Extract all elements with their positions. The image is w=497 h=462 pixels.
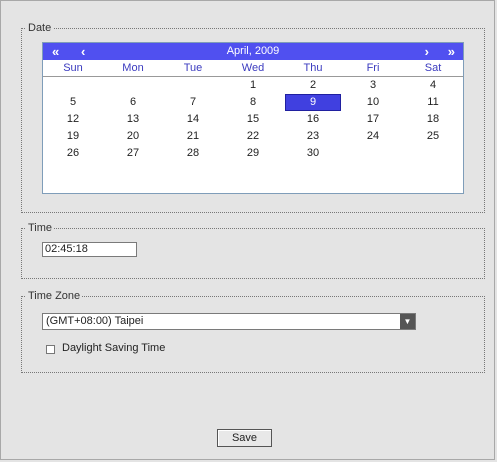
calendar-day-number: 13 (126, 113, 140, 125)
calendar-day[interactable]: 19 (43, 128, 103, 145)
calendar-day[interactable]: 22 (223, 128, 283, 145)
calendar-day[interactable]: 29 (223, 145, 283, 162)
calendar-day-number: 20 (126, 130, 140, 142)
calendar-day[interactable]: 21 (163, 128, 223, 145)
save-button[interactable]: Save (217, 429, 272, 447)
calendar-header: « ‹ April, 2009 › » (43, 43, 463, 60)
calendar-empty-cell (163, 77, 223, 95)
calendar-day-number: 30 (306, 147, 320, 159)
time-group-legend: Time (28, 222, 53, 234)
calendar-day[interactable]: 11 (403, 94, 463, 111)
daylight-saving-label[interactable]: Daylight Saving Time (62, 342, 165, 354)
calendar-day-number: 2 (309, 79, 317, 91)
calendar-day-number: 28 (186, 147, 200, 159)
calendar-empty-cell (403, 145, 463, 162)
calendar-day-number: 8 (249, 96, 257, 108)
calendar-day-number: 6 (129, 96, 137, 108)
calendar-grid: Sun Mon Tue Wed Thu Fri Sat 1 2 3 4 5 6 7 8 9 10 1… (43, 60, 463, 162)
calendar-day[interactable]: 16 (283, 111, 343, 128)
calendar-day-number: 15 (246, 113, 260, 125)
calendar-day[interactable]: 1 (223, 77, 283, 95)
next-month-button[interactable]: › (425, 43, 429, 60)
calendar-day-number: 25 (426, 130, 440, 142)
calendar-day-number: 3 (369, 79, 377, 91)
calendar-day[interactable]: 6 (103, 94, 163, 111)
calendar-day-number: 5 (69, 96, 77, 108)
weekday-wed: Wed (223, 60, 283, 77)
timezone-group-legend: Time Zone (28, 290, 81, 302)
calendar-empty-cell (343, 145, 403, 162)
calendar-week-row: 1 2 3 4 (43, 77, 463, 95)
calendar-day[interactable]: 25 (403, 128, 463, 145)
calendar: « ‹ April, 2009 › » Sun Mon Tue Wed Thu … (42, 42, 464, 194)
chevron-down-icon[interactable]: ▼ (400, 314, 415, 329)
calendar-day-number: 27 (126, 147, 140, 159)
weekday-tue: Tue (163, 60, 223, 77)
calendar-day-number: 26 (66, 147, 80, 159)
calendar-week-row: 12 13 14 15 16 17 18 (43, 111, 463, 128)
calendar-day[interactable]: 7 (163, 94, 223, 111)
calendar-day[interactable]: 24 (343, 128, 403, 145)
calendar-day[interactable]: 27 (103, 145, 163, 162)
calendar-day[interactable]: 30 (283, 145, 343, 162)
calendar-day[interactable]: 4 (403, 77, 463, 95)
calendar-day-number: 16 (306, 113, 320, 125)
calendar-day-number: 29 (246, 147, 260, 159)
calendar-day-number: 4 (429, 79, 437, 91)
timezone-select[interactable]: (GMT+08:00) Taipei ▼ (42, 313, 416, 330)
date-group-legend: Date (28, 22, 52, 34)
calendar-day[interactable]: 10 (343, 94, 403, 111)
calendar-day[interactable]: 18 (403, 111, 463, 128)
calendar-day-number: 12 (66, 113, 80, 125)
calendar-day-number: 18 (426, 113, 440, 125)
weekday-sat: Sat (403, 60, 463, 77)
calendar-day[interactable]: 26 (43, 145, 103, 162)
calendar-day-number: 19 (66, 130, 80, 142)
calendar-day-number: 11 (427, 96, 439, 108)
calendar-day-number: 23 (306, 130, 320, 142)
calendar-day-number: 9 (285, 94, 341, 111)
calendar-week-row: 26 27 28 29 30 (43, 145, 463, 162)
weekday-sun: Sun (43, 60, 103, 77)
calendar-day[interactable]: 23 (283, 128, 343, 145)
calendar-day-number: 7 (189, 96, 197, 108)
calendar-day-number: 22 (246, 130, 260, 142)
calendar-week-row: 5 6 7 8 9 10 11 (43, 94, 463, 111)
calendar-day[interactable]: 2 (283, 77, 343, 95)
calendar-day-number: 1 (249, 79, 257, 91)
calendar-day-number: 17 (366, 113, 380, 125)
timezone-group: Time Zone (21, 290, 485, 373)
calendar-empty-cell (43, 77, 103, 95)
calendar-day[interactable]: 15 (223, 111, 283, 128)
calendar-day[interactable]: 5 (43, 94, 103, 111)
weekday-mon: Mon (103, 60, 163, 77)
calendar-empty-cell (103, 77, 163, 95)
calendar-day[interactable]: 20 (103, 128, 163, 145)
calendar-day-number: 24 (366, 130, 380, 142)
calendar-day-number: 14 (186, 113, 200, 125)
daylight-saving-checkbox[interactable] (46, 345, 55, 354)
calendar-day[interactable]: 9 (283, 94, 343, 111)
calendar-day[interactable]: 8 (223, 94, 283, 111)
timezone-selected-value: (GMT+08:00) Taipei (46, 315, 144, 327)
weekday-fri: Fri (343, 60, 403, 77)
calendar-day[interactable]: 14 (163, 111, 223, 128)
calendar-day-number: 21 (186, 130, 200, 142)
calendar-day[interactable]: 28 (163, 145, 223, 162)
calendar-week-row: 19 20 21 22 23 24 25 (43, 128, 463, 145)
calendar-day[interactable]: 3 (343, 77, 403, 95)
calendar-day-number: 10 (366, 96, 380, 108)
calendar-days: 1 2 3 4 5 6 7 8 9 10 11 12 13 14 15 16 17 18 19 20 21 22 23 24 2… (43, 77, 463, 163)
calendar-month-title: April, 2009 (226, 45, 280, 57)
time-input[interactable]: 02:45:18 (42, 242, 137, 257)
calendar-day[interactable]: 13 (103, 111, 163, 128)
calendar-day[interactable]: 12 (43, 111, 103, 128)
next-year-button[interactable]: » (448, 43, 455, 60)
weekday-header-row: Sun Mon Tue Wed Thu Fri Sat (43, 60, 463, 77)
weekday-thu: Thu (283, 60, 343, 77)
calendar-day[interactable]: 17 (343, 111, 403, 128)
